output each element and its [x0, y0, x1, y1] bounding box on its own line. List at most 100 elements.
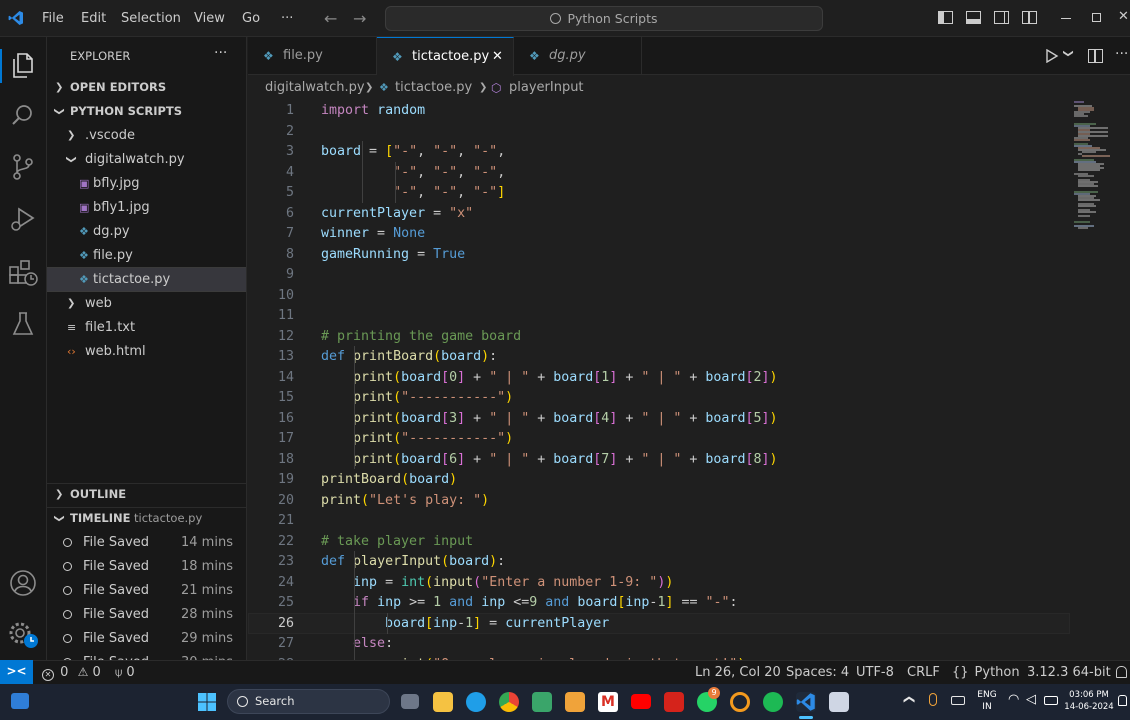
youtube-icon[interactable] — [631, 694, 651, 709]
explorer-more-button[interactable]: ··· — [214, 45, 227, 61]
notifications-bell-icon[interactable] — [1116, 666, 1127, 678]
tab-dg-py[interactable]: ❖ dg.py — [514, 37, 642, 75]
snipping-tool-icon[interactable] — [829, 692, 849, 712]
command-center-search[interactable]: Python Scripts — [385, 6, 823, 31]
open-editors-section[interactable]: ❯ OPEN EDITORS — [47, 76, 246, 99]
refresh-app-icon[interactable] — [730, 692, 750, 712]
line-number: 7 — [285, 226, 294, 241]
breadcrumb-symbol[interactable]: playerInput — [509, 76, 584, 100]
chrome-browser-icon[interactable] — [499, 692, 519, 712]
run-debug-icon[interactable] — [10, 206, 36, 236]
more-actions-button[interactable]: ··· — [1115, 46, 1128, 62]
edge-browser-icon[interactable] — [466, 692, 486, 712]
back-arrow-icon[interactable]: ← — [324, 9, 337, 28]
line-number: 15 — [277, 390, 294, 405]
menu-selection[interactable]: Selection — [121, 0, 181, 37]
toggle-primary-sidebar-icon[interactable] — [938, 11, 953, 24]
restore-window-icon[interactable] — [1092, 13, 1101, 22]
breadcrumb-folder[interactable]: digitalwatch.py — [265, 76, 365, 100]
close-window-icon[interactable]: ✕ — [1118, 9, 1129, 24]
timeline-item[interactable]: File Saved 14 mins — [47, 531, 246, 555]
minimap[interactable] — [1070, 100, 1130, 240]
python-interpreter[interactable]: 3.12.3 64-bit — [1027, 661, 1111, 684]
timeline-item[interactable]: File Saved 21 mins — [47, 579, 246, 603]
encoding[interactable]: UTF-8 — [856, 661, 894, 684]
vscode-taskbar-icon[interactable] — [796, 692, 816, 712]
outline-section[interactable]: ❯ OUTLINE — [47, 483, 246, 506]
source-control-icon[interactable] — [11, 154, 35, 184]
file-tree-item[interactable]: ❯ web — [47, 292, 246, 315]
code-token: ) — [769, 370, 778, 385]
volume-icon[interactable]: ◁ — [1026, 692, 1036, 707]
ports-button[interactable]: ⍦ 0 — [115, 661, 135, 684]
timeline-item[interactable]: File Saved 18 mins — [47, 555, 246, 579]
code-line: # printing the game board — [321, 326, 521, 347]
file-tree-item[interactable]: ❯ digitalwatch.py — [47, 148, 246, 171]
testing-flask-icon[interactable] — [12, 312, 34, 340]
file-tree-item[interactable]: ❖ dg.py — [47, 220, 246, 243]
menu-more[interactable]: ··· — [281, 0, 293, 37]
tab-file-py[interactable]: ❖ file.py — [248, 37, 377, 75]
search-icon[interactable] — [11, 103, 35, 131]
accounts-icon[interactable] — [9, 569, 37, 601]
clock[interactable]: 03:06 PM 14-06-2024 — [1064, 689, 1114, 713]
code-token: + — [681, 411, 706, 426]
taskbar-search-box[interactable]: Search — [227, 689, 390, 714]
split-editor-icon[interactable] — [1088, 49, 1103, 63]
file-tree-item[interactable]: ❯ .vscode — [47, 124, 246, 147]
wifi-icon[interactable]: ◠ — [1008, 692, 1019, 707]
store-app-icon[interactable] — [565, 692, 585, 712]
minimize-window-icon[interactable] — [1061, 18, 1071, 19]
python-file-icon: ❖ — [79, 249, 89, 262]
timeline-item[interactable]: File Saved 30 mins — [47, 651, 246, 660]
acrobat-reader-icon[interactable] — [664, 692, 684, 712]
run-dropdown-icon[interactable]: ❯ — [1063, 49, 1074, 57]
manage-gear-icon[interactable] — [8, 621, 40, 653]
spotify-icon[interactable] — [763, 692, 783, 712]
cursor-position[interactable]: Ln 26, Col 20 — [695, 661, 781, 684]
indentation[interactable]: Spaces: 4 — [786, 661, 849, 684]
menu-go[interactable]: Go — [242, 0, 260, 37]
file-explorer-icon[interactable] — [433, 692, 453, 712]
run-python-file-icon[interactable] — [1045, 48, 1059, 67]
tab-tictactoe-py[interactable]: ❖ tictactoe.py ✕ — [377, 37, 514, 76]
end-of-line[interactable]: CRLF — [907, 661, 940, 684]
problems-button[interactable]: ✕ 0 ⚠ 0 — [42, 661, 101, 684]
menu-edit[interactable]: Edit — [81, 0, 106, 37]
forward-arrow-icon[interactable]: → — [353, 9, 366, 28]
toggle-panel-icon[interactable] — [966, 11, 981, 24]
code-editor[interactable]: 1 import random 2 3 board = ["-", "-", "-", 4… — [248, 100, 1130, 660]
language-mode[interactable]: {} Python — [952, 661, 1020, 684]
task-view-icon[interactable] — [401, 694, 419, 709]
timeline-item[interactable]: File Saved 28 mins — [47, 603, 246, 627]
file-tree-item[interactable]: ▣ bfly.jpg — [47, 172, 246, 195]
gmail-icon[interactable]: M — [598, 692, 618, 712]
language-indicator[interactable]: ENG IN — [976, 689, 998, 713]
toggle-secondary-sidebar-icon[interactable] — [994, 11, 1009, 24]
close-tab-icon[interactable]: ✕ — [492, 38, 503, 76]
customize-layout-icon[interactable] — [1022, 11, 1037, 24]
photos-app-icon[interactable] — [532, 692, 552, 712]
menu-view[interactable]: View — [194, 0, 225, 37]
file-tree-item[interactable]: ❖ file.py — [47, 244, 246, 267]
microphone-icon[interactable] — [929, 693, 937, 706]
workspace-section[interactable]: ❯ PYTHON SCRIPTS — [47, 100, 246, 123]
file-tree-item[interactable]: ≡ file1.txt — [47, 316, 246, 339]
show-hidden-icons-chevron-icon[interactable]: ❯ — [902, 695, 915, 704]
breadcrumb-file[interactable]: tictactoe.py — [395, 76, 472, 100]
start-windows-icon[interactable] — [198, 693, 216, 711]
remote-indicator-button[interactable]: >< — [0, 660, 33, 684]
file-tree-item[interactable]: ❖ tictactoe.py — [47, 267, 246, 292]
file-tree-item[interactable]: ‹› web.html — [47, 340, 246, 363]
battery-icon[interactable] — [1044, 696, 1058, 705]
notification-center-icon[interactable] — [1118, 695, 1127, 706]
widgets-icon[interactable] — [11, 693, 29, 709]
extensions-icon[interactable] — [9, 259, 39, 291]
explorer-icon[interactable] — [0, 49, 47, 83]
timeline-item[interactable]: File Saved 29 mins — [47, 627, 246, 651]
battery-power-icon[interactable] — [951, 696, 965, 705]
code-token: board — [553, 411, 594, 426]
menu-file[interactable]: File — [42, 0, 64, 37]
timeline-section[interactable]: ❯ TIMELINE tictactoe.py — [47, 507, 246, 530]
file-tree-item[interactable]: ▣ bfly1.jpg — [47, 196, 246, 219]
